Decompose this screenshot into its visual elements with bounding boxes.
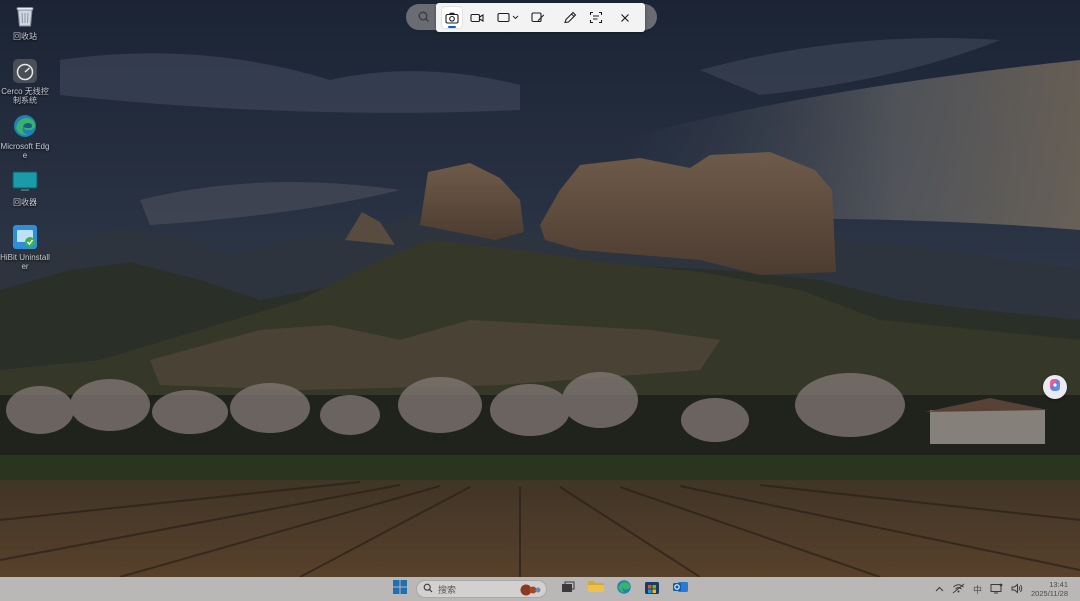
taskbar-search-placeholder: 搜索 [438,584,457,595]
folder-icon [587,579,605,599]
search-highlight-icon [519,583,543,596]
record-mode-button[interactable] [465,6,489,29]
search-icon[interactable] [417,10,431,24]
outlook-button[interactable] [670,579,690,599]
taskbar-clock[interactable]: 13:41 2025/11/28 [1031,580,1068,598]
desktop-icon-label: HiBit Uninstaller [0,253,50,271]
desktop-icon-recycle-bin[interactable]: 回收站 [2,2,48,41]
monitor-icon [11,168,39,196]
desktop-wallpaper [0,0,1080,577]
file-explorer-button[interactable] [586,579,606,599]
draw-button[interactable] [557,6,583,29]
rectangle-icon [497,12,510,23]
camera-icon [445,12,459,24]
edge-taskbar-button[interactable] [614,579,634,599]
edit-snip-button[interactable] [525,6,551,29]
clock-date: 2025/11/28 [1031,589,1068,598]
desktop-icon-label: 回收器 [13,198,37,207]
monitor-status-icon [990,583,1003,596]
ime-label: 中 [973,584,983,595]
volume-button[interactable] [1011,577,1023,601]
network-status-button[interactable] [952,577,965,601]
desktop-icon-edge[interactable]: Microsoft Edge [0,112,50,160]
outlook-icon [672,579,689,600]
chevron-up-icon [935,584,944,594]
chevron-down-icon [512,15,519,20]
desktop-icon-label: Cerco 无线控制系统 [1,87,49,105]
close-button[interactable] [613,6,637,29]
snipping-toolbar [436,3,645,32]
text-extract-icon [589,11,603,24]
start-button[interactable] [391,579,409,599]
desktop-icon-label: Microsoft Edge [0,142,50,160]
task-view-icon [561,580,575,598]
speaker-icon [1011,582,1023,596]
gauge-app-icon [11,57,39,85]
floating-assistant-button[interactable] [1043,375,1067,399]
copilot-icon [1047,377,1063,398]
edge-icon [616,579,632,600]
rectangle-mode-dropdown[interactable] [493,6,523,29]
search-icon [423,580,433,598]
pen-icon [563,11,577,24]
video-camera-icon [470,12,484,24]
desktop-icon-monitor[interactable]: 回收器 [2,168,48,207]
taskbar: 搜索 中 13:41 2025/11/28 [0,577,1080,601]
image-edit-icon [531,11,545,24]
task-view-button[interactable] [558,579,578,599]
store-button[interactable] [642,579,662,599]
system-tray: 中 13:41 2025/11/28 [935,577,1080,601]
display-status-button[interactable] [990,577,1003,601]
edge-icon [11,112,39,140]
desktop-icon-hibit[interactable]: HiBit Uninstaller [0,223,50,271]
desktop-icon-cerco[interactable]: Cerco 无线控制系统 [1,57,49,105]
network-offline-icon [952,583,965,596]
input-method-indicator[interactable]: 中 [973,577,982,601]
taskbar-search-box[interactable]: 搜索 [416,580,547,598]
desktop-icon-label: 回收站 [13,32,37,41]
show-hidden-icons-button[interactable] [935,577,944,601]
taskbar-center: 搜索 [391,577,698,601]
text-actions-button[interactable] [583,6,609,29]
hibit-uninstaller-icon [11,223,39,251]
screenshot-mode-button[interactable] [441,6,463,29]
close-icon [620,13,630,23]
store-icon [644,579,660,600]
windows-logo-icon [393,579,407,599]
clock-time: 13:41 [1049,580,1068,589]
recycle-bin-icon [11,2,39,30]
